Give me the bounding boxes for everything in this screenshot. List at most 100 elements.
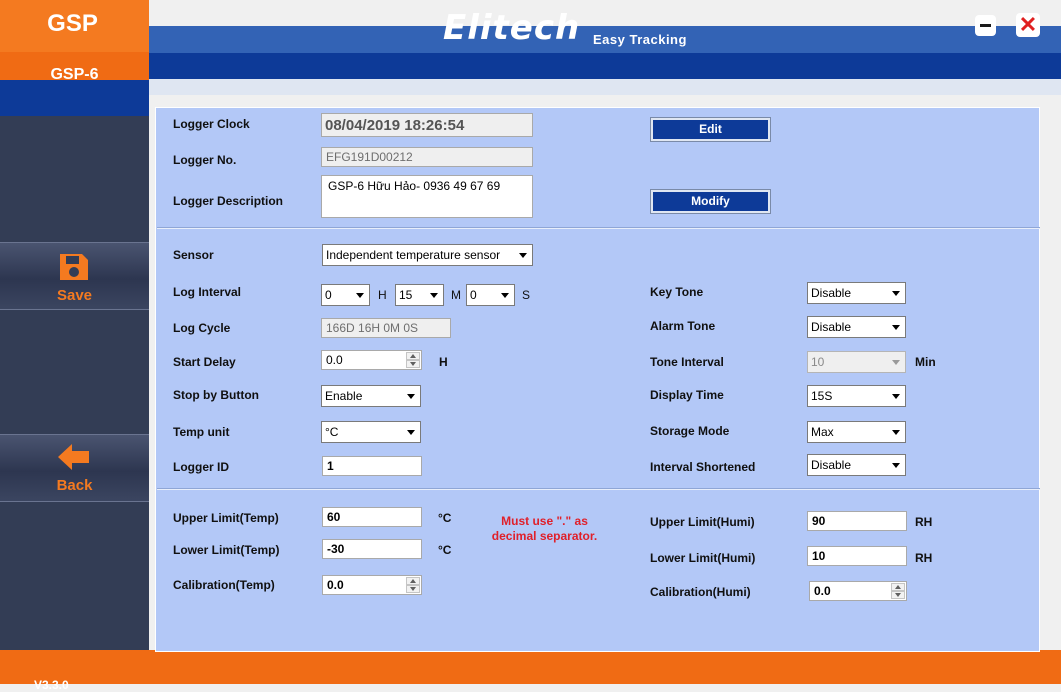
temp-unit-value: °C <box>325 425 339 439</box>
logger-no-field: EFG191D00212 <box>321 147 533 167</box>
lower-limit-humi-unit: RH <box>915 551 933 565</box>
display-time-select[interactable]: 15S <box>807 385 906 407</box>
tone-interval-unit: Min <box>915 355 936 369</box>
logger-id-input[interactable]: 1 <box>322 456 422 476</box>
close-icon: ✕ <box>1018 12 1038 37</box>
chevron-down-icon <box>407 394 415 399</box>
increment-icon[interactable] <box>891 583 905 591</box>
seconds-unit: S <box>522 288 531 302</box>
increment-icon[interactable] <box>406 577 420 585</box>
upper-limit-humi-label: Upper Limit(Humi) <box>650 515 755 529</box>
sensor-label: Sensor <box>173 248 214 262</box>
upper-limit-humi-input[interactable]: 90 <box>807 511 907 531</box>
minutes-unit: M <box>451 288 461 302</box>
storage-mode-value: Max <box>811 425 834 439</box>
increment-icon[interactable] <box>406 352 420 360</box>
upper-limit-humi-unit: RH <box>915 515 933 529</box>
minimize-button[interactable] <box>975 15 996 36</box>
calibration-temp-stepper[interactable]: 0.0 <box>322 575 422 595</box>
logger-clock-label: Logger Clock <box>173 117 250 131</box>
chevron-down-icon <box>892 325 900 330</box>
lower-limit-humi-label: Lower Limit(Humi) <box>650 551 756 565</box>
tagline: Easy Tracking <box>593 32 687 47</box>
back-button[interactable]: Back <box>0 434 149 502</box>
lower-limit-temp-input[interactable]: -30 <box>322 539 422 559</box>
sidebar <box>0 116 149 650</box>
save-icon <box>60 254 88 280</box>
log-interval-hours-select[interactable]: 0 <box>321 284 370 306</box>
storage-mode-select[interactable]: Max <box>807 421 906 443</box>
divider <box>157 227 1040 229</box>
stop-by-button-value: Enable <box>325 389 363 403</box>
header-band-light <box>149 79 1061 95</box>
sidebar-band <box>0 80 149 116</box>
sensor-select[interactable]: Independent temperature sensor <box>322 244 533 266</box>
log-interval-minutes-select[interactable]: 15 <box>395 284 444 306</box>
temp-unit-select[interactable]: °C <box>321 421 421 443</box>
key-tone-select[interactable]: Disable <box>807 282 906 304</box>
save-button[interactable]: Save <box>0 242 149 310</box>
log-cycle-label: Log Cycle <box>173 321 231 335</box>
divider <box>157 488 1040 490</box>
lower-limit-temp-unit: °C <box>438 543 452 557</box>
start-delay-stepper[interactable]: 0.0 <box>321 350 422 370</box>
upper-limit-temp-label: Upper Limit(Temp) <box>173 511 279 525</box>
save-label: Save <box>56 287 93 304</box>
interval-shortened-select[interactable]: Disable <box>807 454 906 476</box>
back-label: Back <box>56 477 93 494</box>
logger-description-input[interactable]: GSP-6 Hữu Hảo- 0936 49 67 69 <box>321 175 533 218</box>
tone-interval-select: 10 <box>807 351 906 373</box>
key-tone-label: Key Tone <box>650 285 704 299</box>
decrement-icon[interactable] <box>406 585 420 593</box>
key-tone-value: Disable <box>811 286 852 300</box>
chevron-down-icon <box>519 253 527 258</box>
start-delay-value: 0.0 <box>326 353 343 367</box>
log-interval-label: Log Interval <box>173 285 242 299</box>
close-button[interactable]: ✕ <box>1016 13 1040 37</box>
calibration-temp-value: 0.0 <box>327 578 344 592</box>
settings-panel <box>155 107 1040 652</box>
storage-mode-label: Storage Mode <box>650 424 730 438</box>
elitech-logo: Elitech <box>443 8 581 48</box>
modify-button[interactable]: Modify <box>650 189 771 214</box>
temp-unit-label: Temp unit <box>173 425 230 439</box>
chevron-down-icon <box>501 293 509 298</box>
lower-limit-temp-label: Lower Limit(Temp) <box>173 543 280 557</box>
calibration-humi-label: Calibration(Humi) <box>650 585 751 599</box>
edit-button[interactable]: Edit <box>650 117 771 142</box>
status-bar <box>0 650 1061 684</box>
stop-by-button-label: Stop by Button <box>173 388 259 402</box>
decrement-icon[interactable] <box>891 591 905 599</box>
alarm-tone-label: Alarm Tone <box>650 319 716 333</box>
log-interval-seconds-select[interactable]: 0 <box>466 284 515 306</box>
sensor-value: Independent temperature sensor <box>326 248 501 262</box>
upper-limit-temp-input[interactable]: 60 <box>322 507 422 527</box>
decrement-icon[interactable] <box>406 360 420 368</box>
calibration-humi-stepper[interactable]: 0.0 <box>809 581 907 601</box>
calibration-humi-value: 0.0 <box>814 584 831 598</box>
decimal-separator-warning: Must use "." as decimal separator. <box>491 514 598 543</box>
display-time-value: 15S <box>811 389 833 403</box>
chevron-down-icon <box>407 430 415 435</box>
logger-id-label: Logger ID <box>173 460 229 474</box>
chevron-down-icon <box>892 291 900 296</box>
logger-clock-field: 08/04/2019 18:26:54 <box>321 113 533 137</box>
log-interval-minutes-value: 15 <box>399 288 413 302</box>
alarm-tone-select[interactable]: Disable <box>807 316 906 338</box>
calibration-temp-label: Calibration(Temp) <box>173 578 275 592</box>
chevron-down-icon <box>430 293 438 298</box>
header-band-dark <box>149 53 1061 79</box>
start-delay-unit: H <box>439 355 448 369</box>
chevron-down-icon <box>892 394 900 399</box>
tone-interval-label: Tone Interval <box>650 355 724 369</box>
chevron-down-icon <box>356 293 364 298</box>
tone-interval-value: 10 <box>811 355 825 369</box>
log-interval-hours-value: 0 <box>325 288 332 302</box>
display-time-label: Display Time <box>650 388 724 402</box>
back-arrow-icon <box>58 444 89 470</box>
log-interval-seconds-value: 0 <box>470 288 477 302</box>
lower-limit-humi-input[interactable]: 10 <box>807 546 907 566</box>
stop-by-button-select[interactable]: Enable <box>321 385 421 407</box>
alarm-tone-value: Disable <box>811 320 852 334</box>
chevron-down-icon <box>892 463 900 468</box>
